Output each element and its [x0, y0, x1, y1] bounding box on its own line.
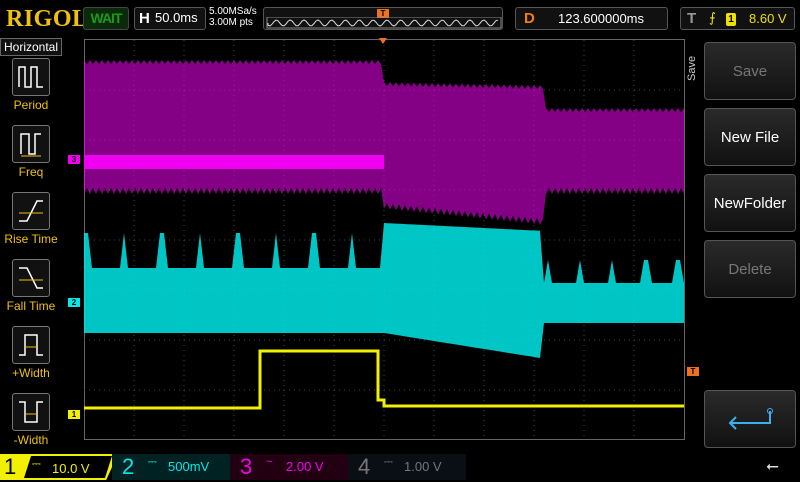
positive-width-icon	[12, 326, 50, 364]
return-arrow-icon	[728, 408, 773, 430]
channel-scale: 1.00 V	[404, 459, 442, 474]
new-file-button[interactable]: New File	[704, 108, 796, 166]
ch1-offset-marker[interactable]: 1	[68, 410, 80, 419]
channel-4-button[interactable]: 4 ⎓ 1.00 V	[348, 454, 466, 480]
waveform-display[interactable]	[84, 38, 685, 440]
channel-scale: 10.0 V	[52, 461, 90, 476]
channel-1-button[interactable]: 1 ⎓ 10.0 V	[0, 454, 118, 480]
freq-icon	[12, 125, 50, 163]
channel-number: 4	[358, 454, 371, 479]
measure-label: Fall Time	[6, 299, 56, 313]
memory-waveform	[266, 17, 502, 29]
channel-number: 1	[4, 454, 17, 479]
rise-time-icon	[12, 192, 50, 230]
run-status[interactable]: WAIT	[83, 7, 129, 30]
acquisition-info: 5.00MSa/s 3.00M pts	[209, 6, 257, 28]
measure-label: +Width	[12, 366, 50, 380]
trigger-box[interactable]: T ⨍ 1 8.60 V	[680, 7, 795, 30]
sample-rate: 5.00MSa/s	[209, 6, 257, 17]
measure-fall-time[interactable]: Fall Time	[0, 259, 62, 313]
channel-number: 3	[240, 454, 253, 479]
menu-tab: Save	[686, 55, 698, 81]
measure-label: Freq	[18, 165, 44, 179]
ch3-trace-core	[84, 155, 384, 169]
horizontal-label: H	[139, 10, 150, 27]
ch2-trace	[84, 223, 684, 358]
measure-label: Rise Time	[4, 232, 58, 246]
channel-scale: 500mV	[168, 459, 210, 474]
negative-width-icon	[12, 393, 50, 431]
ac-coupling-icon: ~	[266, 456, 273, 468]
measure-rise-time[interactable]: Rise Time	[0, 192, 62, 246]
rigol-logo: RIGOL	[6, 6, 89, 32]
new-folder-button[interactable]: NewFolder	[704, 174, 796, 232]
measure-label: -Width	[13, 433, 49, 447]
delay-value: 123.600000ms	[558, 11, 645, 26]
ch3-trace	[84, 60, 684, 225]
dc-coupling-icon: ⎓	[148, 456, 157, 468]
horizontal-measure-sidebar: Horizontal Period Freq Rise Time Fall Ti…	[0, 38, 62, 450]
measure-freq[interactable]: Freq	[0, 125, 62, 179]
measure-period[interactable]: Period	[0, 58, 62, 112]
period-icon	[12, 58, 50, 96]
delay-label: D	[524, 10, 535, 27]
trigger-level: 8.60 V	[749, 11, 787, 26]
measure-label: Period	[13, 98, 49, 112]
channel-scale: 2.00 V	[286, 459, 324, 474]
ch3-offset-marker[interactable]: 3	[68, 155, 80, 164]
save-menu: Save Save New File NewFolder Delete	[686, 38, 800, 448]
timebase-box[interactable]: H 50.0ms	[134, 7, 206, 30]
trigger-label: T	[687, 10, 697, 27]
dc-coupling-icon: ⎓	[384, 456, 393, 468]
memory-depth: 3.00M pts	[209, 17, 253, 28]
usb-icon: ⭠	[766, 458, 779, 475]
delay-box[interactable]: D 123.600000ms	[515, 7, 668, 30]
sidebar-title: Horizontal	[0, 38, 62, 56]
delete-button[interactable]: Delete	[704, 240, 796, 298]
measure-negative-width[interactable]: -Width	[0, 393, 62, 447]
timebase-value: 50.0ms	[155, 10, 198, 25]
dc-coupling-icon: ⎓	[32, 458, 41, 470]
channel-3-button[interactable]: 3 ~2.00 V	[230, 454, 348, 480]
fall-time-icon	[12, 259, 50, 297]
trigger-source: 1	[726, 13, 736, 26]
return-button[interactable]	[704, 390, 796, 448]
rising-edge-icon: ⨍	[709, 10, 716, 25]
channel-number: 2	[122, 454, 135, 479]
measure-positive-width[interactable]: +Width	[0, 326, 62, 380]
channel-2-button[interactable]: 2 ⎓ 500mV	[112, 454, 230, 480]
memory-overview: T	[263, 7, 503, 30]
ch1-trace	[84, 349, 684, 410]
ch2-offset-marker[interactable]: 2	[68, 298, 80, 307]
save-button[interactable]: Save	[704, 42, 796, 100]
